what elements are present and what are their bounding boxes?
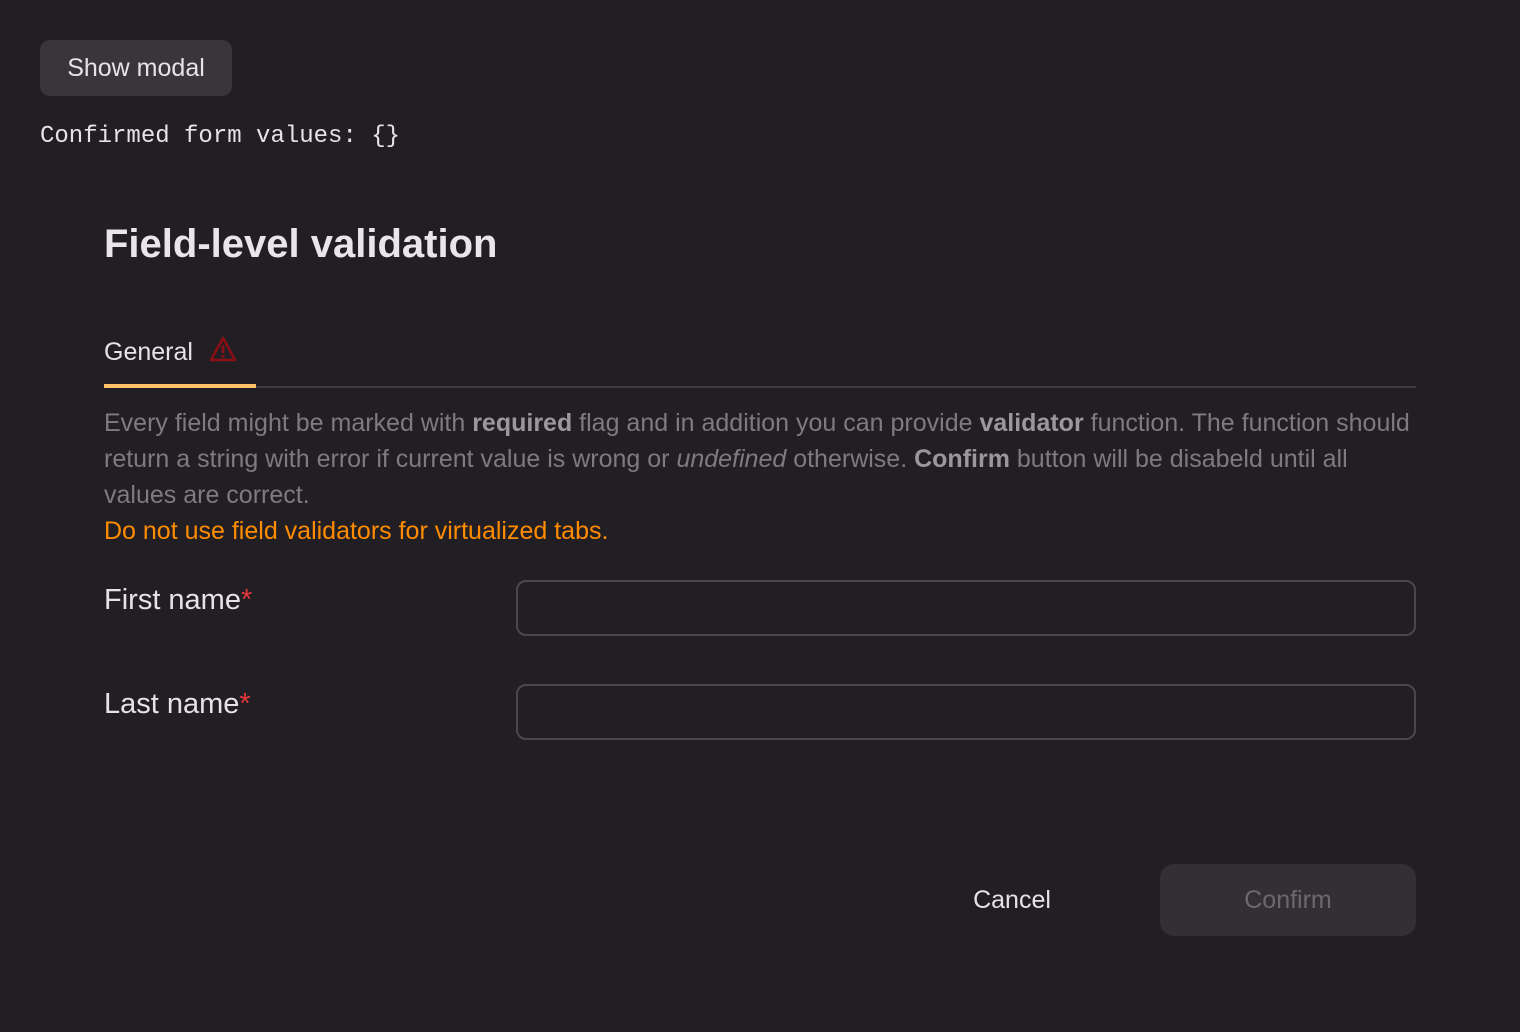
confirmed-values-text: Confirmed form values: {} [40,123,401,150]
first-name-label: First name* [104,584,253,616]
last-name-label: Last name* [104,688,251,720]
tab-bar: General [104,320,1416,388]
show-modal-button[interactable]: Show modal [40,40,232,96]
warning-icon [209,336,237,362]
warning-text: Do not use field validators for virtuali… [104,517,609,545]
last-name-input[interactable] [516,684,1416,740]
tab-general[interactable]: General [104,320,256,388]
dialog-title: Field-level validation [104,222,498,266]
first-name-input[interactable] [516,580,1416,636]
confirm-button[interactable]: Confirm [1160,864,1416,936]
tab-label: General [104,337,193,366]
required-mark: * [239,688,251,720]
description-text: Every field might be marked with require… [104,409,1410,509]
required-mark: * [240,584,253,616]
cancel-button[interactable]: Cancel [940,864,1084,936]
